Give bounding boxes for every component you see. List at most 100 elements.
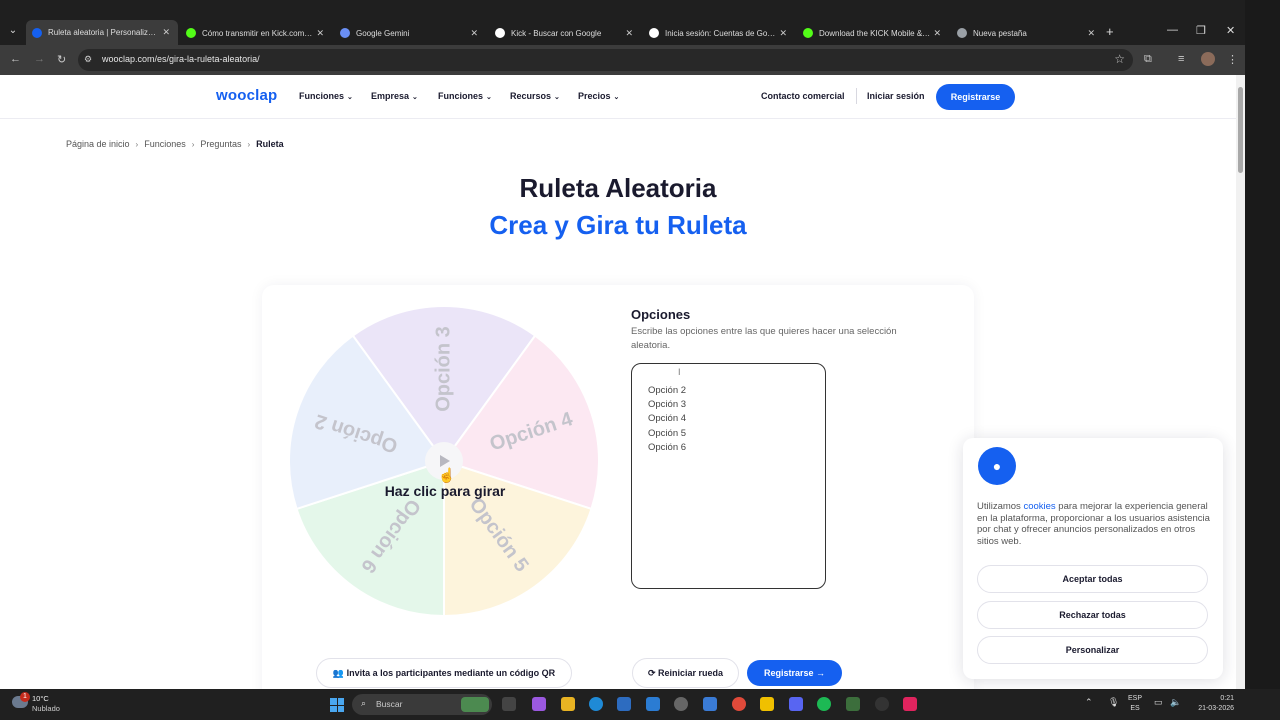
nav-label: Recursos <box>510 91 552 101</box>
tab-close-icon[interactable]: ✕ <box>1087 28 1095 39</box>
browser-tab[interactable]: Cómo transmitir en Kick.com | Gu ✕ <box>180 22 332 44</box>
site-info-icon[interactable]: ⚙ <box>84 54 92 65</box>
chevron-down-icon: ⌄ <box>486 94 492 101</box>
url-text: wooclap.com/es/gira-la-ruleta-aleatoria/ <box>102 54 260 64</box>
language-indicator[interactable]: ESP ES <box>1128 694 1142 713</box>
reload-icon[interactable]: ↻ <box>57 53 66 66</box>
breadcrumb-preguntas[interactable]: Preguntas <box>200 139 241 149</box>
tab-close-icon[interactable]: ✕ <box>162 27 170 38</box>
tab-close-icon[interactable]: ✕ <box>470 28 478 39</box>
browser-menu-icon[interactable]: ⋮ <box>1227 53 1238 66</box>
nav-empresa[interactable]: Empresa ⌄ <box>371 91 418 101</box>
wooclap-logo[interactable]: wooclap <box>216 87 277 104</box>
browser-tab[interactable]: Google Gemini ✕ <box>334 22 486 44</box>
discord-icon[interactable] <box>789 697 803 711</box>
taskbar-search[interactable]: ⌕ Buscar <box>352 694 492 715</box>
forward-icon[interactable]: → <box>34 53 45 65</box>
spin-hint[interactable]: Haz clic para girar <box>345 483 545 499</box>
chevron-down-icon: ⌄ <box>554 94 560 101</box>
wheel-segment-label: Opción 3 <box>432 326 454 412</box>
browser-tab[interactable]: Nueva pestaña ✕ <box>951 22 1103 44</box>
rockstar-icon[interactable] <box>760 697 774 711</box>
microphone-icon[interactable]: 🎙 <box>1108 697 1119 708</box>
reset-wheel-button[interactable]: ⟳ Reiniciar rueda <box>632 658 739 688</box>
windows-taskbar: 1 10°C Nublado ⌕ Buscar ⌃ 🎙 ESP ES ▭ 🔈 0:… <box>0 689 1280 720</box>
weather-temp: 10°C <box>32 694 49 703</box>
tab-favicon-icon <box>803 28 813 38</box>
network-icon[interactable]: ▭ <box>1154 697 1163 708</box>
contact-sales-link[interactable]: Contacto comercial <box>761 91 845 101</box>
tab-close-icon[interactable]: ✕ <box>779 28 787 39</box>
profile-avatar[interactable] <box>1201 52 1215 66</box>
bookmark-star-icon[interactable]: ☆ <box>1114 52 1125 66</box>
scrollbar-thumb[interactable] <box>1238 87 1243 173</box>
spin-wheel[interactable]: Opción 3Opción 4Opción 5Opción 6Opción 2 <box>288 305 600 617</box>
options-description: Escribe las opciones entre las que quier… <box>631 326 897 351</box>
page-title: Ruleta Aleatoria <box>519 173 717 203</box>
store-icon[interactable] <box>617 697 631 711</box>
spotify-icon[interactable] <box>817 697 831 711</box>
task-view-icon[interactable] <box>502 697 516 711</box>
defender-icon[interactable] <box>703 697 717 711</box>
browser-tab[interactable]: Download the KICK Mobile & TV ✕ <box>797 22 949 44</box>
windows-start-icon[interactable] <box>330 698 344 712</box>
obs-icon[interactable] <box>875 697 889 711</box>
cookie-text: Utilizamos cookies para mejorar la exper… <box>977 501 1212 547</box>
login-link[interactable]: Iniciar sesión <box>867 91 925 101</box>
invite-qr-button[interactable]: 👥 Invita a los participantes mediante un… <box>316 658 572 688</box>
tab-close-icon[interactable]: ✕ <box>625 28 633 39</box>
browser-tab[interactable]: Inicia sesión: Cuentas de Google ✕ <box>643 22 795 44</box>
text-cursor-icon: I <box>678 367 681 377</box>
tiktok-icon[interactable] <box>903 697 917 711</box>
reject-all-button[interactable]: Rechazar todas <box>977 601 1208 629</box>
tab-favicon-icon <box>495 28 505 38</box>
browser-tab[interactable]: Ruleta aleatoria | Personaliza y gira✕ <box>26 20 178 45</box>
outlook-icon[interactable] <box>646 697 660 711</box>
options-title: Opciones <box>631 307 691 322</box>
nav-funciones[interactable]: Funciones ⌄ <box>299 91 353 101</box>
refresh-icon: ⟳ <box>647 668 658 678</box>
breadcrumb-home[interactable]: Página de inicio <box>66 139 130 149</box>
close-window-icon[interactable]: ✕ <box>1226 24 1235 37</box>
edge-icon[interactable] <box>589 697 603 711</box>
chrome-icon[interactable] <box>732 697 746 711</box>
chevron-down-icon: ⌄ <box>347 94 353 101</box>
minimize-icon[interactable]: — <box>1167 24 1178 36</box>
tray-chevron-icon[interactable]: ⌃ <box>1085 697 1093 708</box>
clock[interactable]: 0:21 21-03-2026 <box>1190 694 1234 713</box>
cookies-link[interactable]: cookies <box>1023 501 1055 512</box>
breadcrumb-funciones[interactable]: Funciones <box>144 139 186 149</box>
reading-list-icon[interactable]: ≡ <box>1178 53 1184 65</box>
extensions-icon[interactable]: ⧉ <box>1144 53 1152 66</box>
register-cta-button[interactable]: Registrarse → <box>747 660 842 686</box>
copilot-icon[interactable] <box>532 697 546 711</box>
lang-bottom: ES <box>1130 704 1140 712</box>
options-textarea[interactable]: Opción 2 Opción 3 Opción 4 Opción 5 Opción 6 <box>631 363 826 589</box>
browser-tab[interactable]: Kick - Buscar con Google ✕ <box>489 22 641 44</box>
breadcrumb-current: Ruleta <box>256 139 284 149</box>
restore-icon[interactable]: ❐ <box>1196 24 1206 37</box>
url-field[interactable]: ⚙ wooclap.com/es/gira-la-ruleta-aleatori… <box>78 49 1133 71</box>
file-explorer-icon[interactable] <box>561 697 575 711</box>
tab-favicon-icon <box>649 28 659 38</box>
search-icon: ⌕ <box>361 698 367 708</box>
nav-recursos[interactable]: Recursos ⌄ <box>510 91 560 101</box>
nvidia-icon[interactable] <box>846 697 860 711</box>
browser-tab-bar: ⌄ Ruleta aleatoria | Personaliza y gira✕… <box>0 0 1245 45</box>
settings-gear-icon[interactable] <box>674 697 688 711</box>
nav-precios[interactable]: Precios ⌄ <box>578 91 619 101</box>
tab-search-icon[interactable]: ⌄ <box>5 22 21 40</box>
nav-funciones-2[interactable]: Funciones ⌄ <box>438 91 492 101</box>
option-line: Opción 5 <box>648 427 687 439</box>
page-scrollbar[interactable] <box>1236 75 1245 689</box>
web-page: wooclap Funciones ⌄ Empresa ⌄ Funciones ⌄ R… <box>0 75 1236 689</box>
customize-button[interactable]: Personalizar <box>977 636 1208 664</box>
volume-icon[interactable]: 🔈 <box>1170 697 1181 708</box>
reset-wheel-label: Reiniciar rueda <box>658 668 724 678</box>
tab-close-icon[interactable]: ✕ <box>316 28 324 39</box>
tab-close-icon[interactable]: ✕ <box>933 28 941 39</box>
register-button[interactable]: Registrarse <box>936 84 1015 110</box>
accept-all-button[interactable]: Aceptar todas <box>977 565 1208 593</box>
back-icon[interactable]: ← <box>10 53 21 65</box>
new-tab-button[interactable]: + <box>1106 24 1114 39</box>
